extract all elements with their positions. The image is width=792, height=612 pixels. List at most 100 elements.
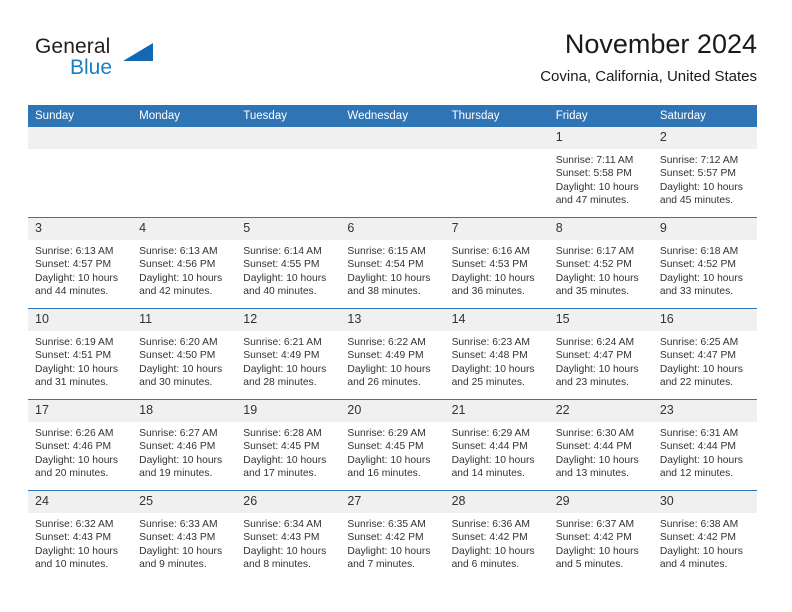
- day-number: 14: [444, 309, 549, 331]
- day-number: 16: [652, 309, 757, 331]
- daylight-duration-line2: and 7 minutes.: [347, 558, 415, 570]
- calendar-day-cell[interactable]: 22 Sunrise: 6:30 AM Sunset: 4:44 PM Dayligh…: [548, 399, 653, 491]
- calendar-day-cell[interactable]: 1 Sunrise: 7:11 AM Sunset: 5:58 PM Daylight…: [548, 127, 653, 218]
- sunrise-time: Sunrise: 6:29 AM: [347, 428, 426, 439]
- sunrise-time: Sunrise: 6:32 AM: [35, 519, 114, 530]
- day-details: Sunrise: 6:29 AM Sunset: 4:44 PM Daylight:…: [445, 422, 549, 480]
- calendar-empty-cell: [132, 127, 237, 218]
- sunset-time: Sunset: 4:50 PM: [139, 350, 216, 362]
- calendar-day-cell[interactable]: 19 Sunrise: 6:28 AM Sunset: 4:45 PM Dayligh…: [236, 399, 341, 491]
- daylight-duration-line2: and 31 minutes.: [35, 376, 109, 388]
- daylight-duration-line2: and 13 minutes.: [555, 467, 629, 479]
- day-details: Sunrise: 7:11 AM Sunset: 5:58 PM Daylight:…: [549, 149, 653, 207]
- daylight-duration-line1: Daylight: 10 hours: [659, 454, 743, 466]
- calendar-day-cell[interactable]: 2 Sunrise: 7:12 AM Sunset: 5:57 PM Daylight…: [652, 127, 757, 218]
- day-content: [28, 127, 133, 217]
- day-details: Sunrise: 6:20 AM Sunset: 4:50 PM Daylight:…: [132, 331, 236, 389]
- day-details: Sunrise: 6:38 AM Sunset: 4:42 PM Daylight:…: [653, 513, 757, 571]
- day-details: Sunrise: 6:13 AM Sunset: 4:57 PM Daylight:…: [28, 240, 132, 298]
- day-details: Sunrise: 6:24 AM Sunset: 4:47 PM Daylight:…: [549, 331, 653, 389]
- daylight-duration-line1: Daylight: 10 hours: [659, 272, 743, 284]
- daylight-duration-line1: Daylight: 10 hours: [347, 545, 431, 557]
- calendar-day-cell[interactable]: 17 Sunrise: 6:26 AM Sunset: 4:46 PM Dayligh…: [28, 399, 133, 491]
- day-content: 27 Sunrise: 6:35 AM Sunset: 4:42 PM Dayligh…: [340, 491, 445, 581]
- daylight-duration-line2: and 17 minutes.: [243, 467, 317, 479]
- daylight-duration-line2: and 20 minutes.: [35, 467, 109, 479]
- sunrise-time: Sunrise: 6:34 AM: [243, 519, 322, 530]
- sunrise-time: Sunrise: 6:22 AM: [347, 337, 426, 348]
- calendar-day-cell[interactable]: 20 Sunrise: 6:29 AM Sunset: 4:45 PM Dayligh…: [340, 399, 445, 491]
- daylight-duration-line1: Daylight: 10 hours: [35, 272, 118, 284]
- calendar-day-cell[interactable]: 4 Sunrise: 6:13 AM Sunset: 4:56 PM Daylight…: [132, 217, 237, 309]
- calendar-day-cell[interactable]: 5 Sunrise: 6:14 AM Sunset: 4:55 PM Daylight…: [236, 217, 341, 309]
- daylight-duration-line1: Daylight: 10 hours: [451, 272, 535, 284]
- calendar-day-cell[interactable]: 23 Sunrise: 6:31 AM Sunset: 4:44 PM Dayligh…: [652, 399, 757, 491]
- sunrise-time: Sunrise: 6:33 AM: [139, 519, 218, 530]
- calendar-day-cell[interactable]: 16 Sunrise: 6:25 AM Sunset: 4:47 PM Dayligh…: [652, 308, 757, 400]
- day-details: Sunrise: 6:23 AM Sunset: 4:48 PM Daylight:…: [445, 331, 549, 389]
- day-number: 2: [652, 127, 757, 149]
- calendar-empty-cell: [444, 127, 549, 218]
- calendar-day-cell[interactable]: 26 Sunrise: 6:34 AM Sunset: 4:43 PM Dayligh…: [236, 490, 341, 581]
- sunset-time: Sunset: 4:43 PM: [35, 532, 112, 544]
- daylight-duration-line1: Daylight: 10 hours: [555, 363, 639, 375]
- calendar-day-cell[interactable]: 14 Sunrise: 6:23 AM Sunset: 4:48 PM Dayligh…: [444, 308, 549, 400]
- calendar-day-cell[interactable]: 21 Sunrise: 6:29 AM Sunset: 4:44 PM Dayligh…: [444, 399, 549, 491]
- day-content: 16 Sunrise: 6:25 AM Sunset: 4:47 PM Dayligh…: [652, 309, 757, 399]
- calendar-day-cell[interactable]: 28 Sunrise: 6:36 AM Sunset: 4:42 PM Dayligh…: [444, 490, 549, 581]
- day-number: 28: [444, 491, 549, 513]
- calendar-day-cell[interactable]: 11 Sunrise: 6:20 AM Sunset: 4:50 PM Dayligh…: [132, 308, 237, 400]
- calendar-week-row: 17 Sunrise: 6:26 AM Sunset: 4:46 PM Dayligh…: [28, 399, 757, 491]
- sunset-time: Sunset: 4:51 PM: [35, 350, 112, 362]
- calendar-day-cell[interactable]: 13 Sunrise: 6:22 AM Sunset: 4:49 PM Dayligh…: [340, 308, 445, 400]
- daylight-duration-line2: and 30 minutes.: [139, 376, 213, 388]
- daylight-duration-line1: Daylight: 10 hours: [347, 272, 431, 284]
- day-number: 30: [652, 491, 757, 513]
- calendar-day-cell[interactable]: 27 Sunrise: 6:35 AM Sunset: 4:42 PM Dayligh…: [340, 490, 445, 581]
- day-number: 9: [652, 218, 757, 240]
- day-number: 13: [340, 309, 445, 331]
- sunset-time: Sunset: 4:42 PM: [555, 532, 632, 544]
- day-content: 20 Sunrise: 6:29 AM Sunset: 4:45 PM Dayligh…: [340, 400, 445, 490]
- general-blue-logo[interactable]: General Blue: [35, 35, 235, 91]
- calendar-day-cell[interactable]: 25 Sunrise: 6:33 AM Sunset: 4:43 PM Dayligh…: [132, 490, 237, 581]
- calendar-day-cell[interactable]: 10 Sunrise: 6:19 AM Sunset: 4:51 PM Dayligh…: [28, 308, 133, 400]
- sunset-time: Sunset: 4:52 PM: [659, 259, 736, 271]
- calendar-day-cell[interactable]: 6 Sunrise: 6:15 AM Sunset: 4:54 PM Daylight…: [340, 217, 445, 309]
- day-number: [444, 127, 549, 149]
- calendar-day-cell[interactable]: 7 Sunrise: 6:16 AM Sunset: 4:53 PM Daylight…: [444, 217, 549, 309]
- calendar-day-cell[interactable]: 18 Sunrise: 6:27 AM Sunset: 4:46 PM Dayligh…: [132, 399, 237, 491]
- sunset-time: Sunset: 4:54 PM: [347, 259, 424, 271]
- daylight-duration-line2: and 33 minutes.: [659, 285, 734, 297]
- calendar-day-cell[interactable]: 24 Sunrise: 6:32 AM Sunset: 4:43 PM Dayligh…: [28, 490, 133, 581]
- sunrise-time: Sunrise: 6:17 AM: [555, 246, 635, 257]
- calendar-week-row: 24 Sunrise: 6:32 AM Sunset: 4:43 PM Dayligh…: [28, 490, 757, 581]
- daylight-duration-line2: and 35 minutes.: [555, 285, 629, 297]
- calendar-day-cell[interactable]: 12 Sunrise: 6:21 AM Sunset: 4:49 PM Dayligh…: [236, 308, 341, 400]
- sunset-time: Sunset: 4:49 PM: [243, 350, 320, 362]
- day-details: Sunrise: 6:13 AM Sunset: 4:56 PM Daylight:…: [132, 240, 236, 298]
- calendar-day-cell[interactable]: 8 Sunrise: 6:17 AM Sunset: 4:52 PM Daylight…: [548, 217, 653, 309]
- calendar-day-cell[interactable]: 15 Sunrise: 6:24 AM Sunset: 4:47 PM Dayligh…: [548, 308, 653, 400]
- daylight-duration-line1: Daylight: 10 hours: [451, 545, 535, 557]
- calendar-day-cell[interactable]: 9 Sunrise: 6:18 AM Sunset: 4:52 PM Daylight…: [652, 217, 757, 309]
- sunrise-time: Sunrise: 6:28 AM: [243, 428, 322, 439]
- day-number: [28, 127, 133, 149]
- calendar-day-cell[interactable]: 30 Sunrise: 6:38 AM Sunset: 4:42 PM Dayligh…: [652, 490, 757, 581]
- daylight-duration-line2: and 23 minutes.: [555, 376, 629, 388]
- day-details: Sunrise: 6:33 AM Sunset: 4:43 PM Daylight:…: [132, 513, 236, 571]
- day-content: 11 Sunrise: 6:20 AM Sunset: 4:50 PM Dayligh…: [132, 309, 237, 399]
- sunset-time: Sunset: 4:57 PM: [35, 259, 112, 271]
- daylight-duration-line1: Daylight: 10 hours: [243, 363, 327, 375]
- day-number: 15: [548, 309, 653, 331]
- calendar-page: General Blue November 2024 Covina, Calif…: [0, 0, 792, 612]
- calendar-day-cell[interactable]: 29 Sunrise: 6:37 AM Sunset: 4:42 PM Dayligh…: [548, 490, 653, 581]
- daylight-duration-line1: Daylight: 10 hours: [659, 363, 743, 375]
- calendar-day-cell[interactable]: 3 Sunrise: 6:13 AM Sunset: 4:57 PM Daylight…: [28, 217, 133, 309]
- sunrise-time: Sunrise: 6:19 AM: [35, 337, 114, 348]
- day-content: 21 Sunrise: 6:29 AM Sunset: 4:44 PM Dayligh…: [444, 400, 549, 490]
- daylight-duration-line1: Daylight: 10 hours: [139, 363, 223, 375]
- page-title: November 2024: [564, 29, 757, 59]
- daylight-duration-line2: and 40 minutes.: [243, 285, 317, 297]
- sunrise-time: Sunrise: 7:12 AM: [659, 155, 739, 166]
